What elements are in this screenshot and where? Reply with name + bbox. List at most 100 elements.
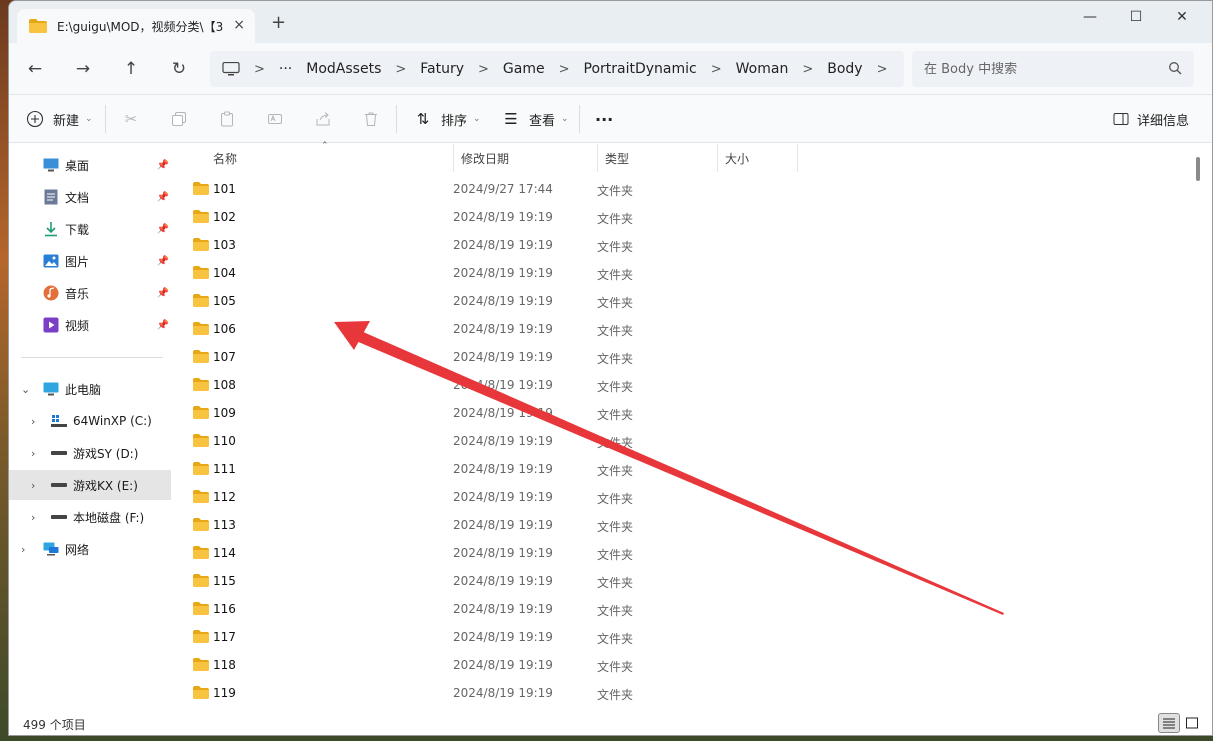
breadcrumb-separator[interactable]: > (877, 62, 888, 77)
refresh-button[interactable]: ↻ (167, 57, 191, 81)
table-row[interactable]: 104 2024/8/19 19:19 文件夹 (184, 259, 1184, 287)
share-button[interactable] (313, 107, 333, 131)
sidebar-item-music[interactable]: 音乐 📌 (9, 278, 171, 308)
more-options-button[interactable]: ··· (595, 107, 613, 131)
pin-icon[interactable]: 📌 (157, 192, 169, 203)
column-header-row: ⌃ 名称 修改日期 类型 大小 (175, 141, 1195, 172)
back-button[interactable]: ← (23, 57, 47, 81)
breadcrumb-separator[interactable]: > (254, 62, 265, 77)
column-header-date[interactable]: 修改日期 (454, 144, 598, 172)
close-window-button[interactable]: ✕ (1159, 1, 1205, 33)
new-button[interactable]: 新建 ⌄ (25, 107, 93, 131)
tiles-view-button[interactable] (1181, 713, 1203, 733)
column-header-type[interactable]: 类型 (598, 144, 718, 172)
table-row[interactable]: 102 2024/8/19 19:19 文件夹 (184, 203, 1184, 231)
tiles-view-icon (1186, 717, 1198, 729)
details-view-button[interactable] (1158, 713, 1180, 733)
delete-button[interactable] (361, 107, 381, 131)
table-row[interactable]: 106 2024/8/19 19:19 文件夹 (184, 315, 1184, 343)
sidebar-item-drive-e[interactable]: › 游戏KX (E:) (9, 470, 171, 500)
breadcrumb-separator[interactable]: > (711, 62, 722, 77)
table-row[interactable]: 118 2024/8/19 19:19 文件夹 (184, 651, 1184, 679)
navigation-pane: 桌面 📌 文档 📌 下载 📌 图片 📌 音乐 📌 视频 📌 ⌄ 此电脑 › 64… (9, 144, 175, 710)
breadcrumb-item[interactable]: Body (827, 61, 862, 77)
search-icon[interactable] (1168, 61, 1182, 75)
breadcrumb-separator[interactable]: > (478, 62, 489, 77)
pin-icon[interactable]: 📌 (157, 160, 169, 171)
pin-icon[interactable]: 📌 (157, 320, 169, 331)
table-row[interactable]: 105 2024/8/19 19:19 文件夹 (184, 287, 1184, 315)
sort-button[interactable]: ⇅ 排序 ⌄ (413, 107, 481, 131)
sidebar-item-drive-f[interactable]: › 本地磁盘 (F:) (9, 502, 171, 532)
minimize-button[interactable]: — (1067, 1, 1113, 33)
forward-button[interactable]: → (71, 57, 95, 81)
chevron-right-icon[interactable]: › (31, 479, 35, 492)
cut-button[interactable]: ✂ (121, 107, 141, 131)
file-name: 111 (213, 462, 236, 476)
breadcrumb-item[interactable]: ModAssets (306, 61, 381, 77)
table-row[interactable]: 119 2024/8/19 19:19 文件夹 (184, 679, 1184, 707)
column-header-size[interactable]: 大小 (718, 144, 798, 172)
table-row[interactable]: 117 2024/8/19 19:19 文件夹 (184, 623, 1184, 651)
maximize-button[interactable]: ☐ (1113, 1, 1159, 33)
pin-icon[interactable]: 📌 (157, 288, 169, 299)
sidebar-item-label: 网络 (65, 542, 90, 557)
breadcrumb-separator[interactable]: > (802, 62, 813, 77)
up-button[interactable]: ↑ (119, 57, 143, 81)
close-tab-icon[interactable]: × (233, 17, 245, 33)
sidebar-item-label: 视频 (65, 318, 90, 333)
table-row[interactable]: 107 2024/8/19 19:19 文件夹 (184, 343, 1184, 371)
breadcrumb-item[interactable]: PortraitDynamic (584, 61, 697, 77)
column-header-name[interactable]: 名称 (206, 144, 454, 172)
breadcrumb-item[interactable]: Fatury (420, 61, 464, 77)
table-row[interactable]: 116 2024/8/19 19:19 文件夹 (184, 595, 1184, 623)
table-row[interactable]: 114 2024/8/19 19:19 文件夹 (184, 539, 1184, 567)
details-pane-button[interactable]: 详细信息 (1111, 107, 1189, 131)
table-row[interactable]: 109 2024/8/19 19:19 文件夹 (184, 399, 1184, 427)
sidebar-item-pictures[interactable]: 图片 📌 (9, 246, 171, 276)
copy-button[interactable] (169, 107, 189, 131)
paste-button[interactable] (217, 107, 237, 131)
view-button[interactable]: ☰ 查看 ⌄ (501, 107, 569, 131)
breadcrumb-item[interactable]: Woman (736, 61, 789, 77)
vertical-scrollbar[interactable] (1194, 144, 1202, 710)
table-row[interactable]: 108 2024/8/19 19:19 文件夹 (184, 371, 1184, 399)
tab-current[interactable]: E:\guigu\MOD，视频分类\【3 × (17, 9, 255, 43)
table-row[interactable]: 111 2024/8/19 19:19 文件夹 (184, 455, 1184, 483)
pin-icon[interactable]: 📌 (157, 256, 169, 267)
sidebar-item-drive-d[interactable]: › 游戏SY (D:) (9, 438, 171, 468)
address-bar[interactable]: > ··· ModAssets > Fatury > Game > Portra… (210, 51, 904, 87)
scrollbar-thumb[interactable] (1196, 157, 1200, 181)
chevron-right-icon[interactable]: › (31, 415, 35, 428)
chevron-down-icon: ⌄ (561, 114, 569, 124)
breadcrumb-item[interactable]: Game (503, 61, 545, 77)
search-input[interactable] (924, 61, 1154, 77)
new-tab-button[interactable]: + (271, 13, 286, 33)
table-row[interactable]: 112 2024/8/19 19:19 文件夹 (184, 483, 1184, 511)
sidebar-item-network[interactable]: › 网络 (9, 534, 171, 564)
table-row[interactable]: 110 2024/8/19 19:19 文件夹 (184, 427, 1184, 455)
sidebar-item-documents[interactable]: 文档 📌 (9, 182, 171, 212)
breadcrumb-separator[interactable]: > (559, 62, 570, 77)
pin-icon[interactable]: 📌 (157, 224, 169, 235)
folder-icon (193, 238, 209, 251)
chevron-down-icon[interactable]: ⌄ (21, 383, 30, 396)
sidebar-item-videos[interactable]: 视频 📌 (9, 310, 171, 340)
table-row[interactable]: 103 2024/8/19 19:19 文件夹 (184, 231, 1184, 259)
table-row[interactable]: 101 2024/9/27 17:44 文件夹 (184, 175, 1184, 203)
sidebar-item-this-pc[interactable]: ⌄ 此电脑 (9, 374, 171, 404)
chevron-right-icon[interactable]: › (21, 543, 25, 556)
table-row[interactable]: 115 2024/8/19 19:19 文件夹 (184, 567, 1184, 595)
breadcrumb-separator[interactable]: > (395, 62, 406, 77)
sidebar-item-drive-c[interactable]: › 64WinXP (C:) (9, 406, 171, 436)
chevron-right-icon[interactable]: › (31, 511, 35, 524)
sidebar-item-desktop[interactable]: 桌面 📌 (9, 150, 171, 180)
chevron-right-icon[interactable]: › (31, 447, 35, 460)
sidebar-item-label: 游戏SY (D:) (73, 446, 139, 461)
search-box[interactable] (912, 51, 1194, 87)
table-row[interactable]: 113 2024/8/19 19:19 文件夹 (184, 511, 1184, 539)
sidebar-item-downloads[interactable]: 下载 📌 (9, 214, 171, 244)
arrow-up-icon: ↑ (123, 59, 139, 79)
breadcrumb-overflow[interactable]: ··· (279, 61, 292, 77)
rename-button[interactable] (265, 107, 285, 131)
